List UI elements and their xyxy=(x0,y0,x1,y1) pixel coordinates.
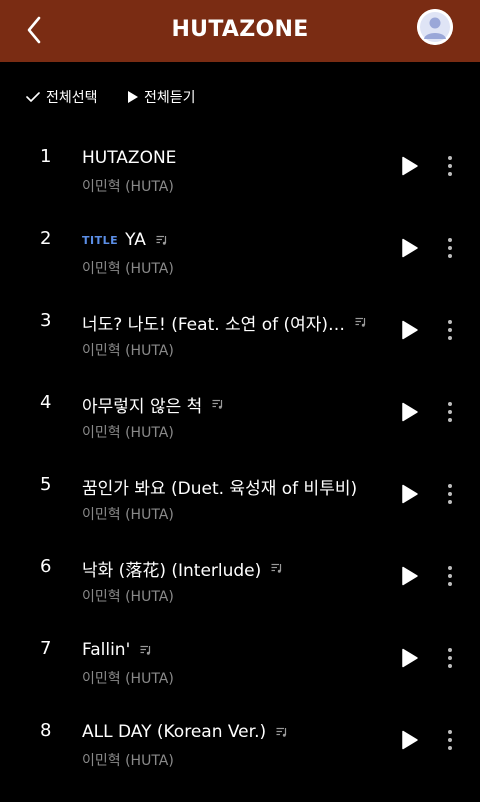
track-row[interactable]: 8 ALL DAY (Korean Ver.) 이민혁 (HUTA) xyxy=(0,720,480,802)
track-number: 6 xyxy=(40,556,52,577)
more-vertical-icon xyxy=(448,320,452,340)
select-all-label: 전체선택 xyxy=(46,90,98,106)
track-number: 1 xyxy=(40,146,52,167)
page-title: HUTAZONE xyxy=(171,17,309,42)
track-number: 5 xyxy=(40,474,52,495)
play-button[interactable] xyxy=(398,482,422,506)
more-options-button[interactable] xyxy=(440,727,460,753)
track-title-line[interactable]: 아무렇지 않은 척 xyxy=(82,393,382,417)
more-options-button[interactable] xyxy=(440,645,460,671)
more-vertical-icon xyxy=(448,484,452,504)
play-icon xyxy=(402,402,418,422)
more-options-button[interactable] xyxy=(440,317,460,343)
track-title: ALL DAY (Korean Ver.) xyxy=(82,722,267,742)
more-vertical-icon xyxy=(448,156,452,176)
track-artist[interactable]: 이민혁 (HUTA) xyxy=(82,422,174,442)
track-row[interactable]: 3 너도? 나도! (Feat. 소연 of (여자)… 이민혁 (HUTA) xyxy=(0,310,480,392)
more-vertical-icon xyxy=(448,402,452,422)
track-number: 3 xyxy=(40,310,52,331)
track-artist[interactable]: 이민혁 (HUTA) xyxy=(82,504,174,524)
track-title: 아무렇지 않은 척 xyxy=(82,396,203,417)
track-title-line[interactable]: ALL DAY (Korean Ver.) xyxy=(82,721,382,743)
track-row[interactable]: 4 아무렇지 않은 척 이민혁 (HUTA) xyxy=(0,392,480,474)
track-number: 4 xyxy=(40,392,52,413)
track-title-line[interactable]: 낙화 (落花) (Interlude) xyxy=(82,557,382,581)
lyrics-icon[interactable] xyxy=(355,317,367,327)
play-icon xyxy=(402,320,418,340)
play-icon xyxy=(128,91,138,103)
play-all-label: 전체듣기 xyxy=(144,90,196,106)
track-row[interactable]: 6 낙화 (落花) (Interlude) 이민혁 (HUTA) xyxy=(0,556,480,638)
more-options-button[interactable] xyxy=(440,563,460,589)
track-title-line[interactable]: TITLE YA xyxy=(82,229,382,251)
track-row[interactable]: 2 TITLE YA 이민혁 (HUTA) xyxy=(0,228,480,310)
track-title: Fallin' xyxy=(82,640,131,660)
track-title-line[interactable]: 너도? 나도! (Feat. 소연 of (여자)… xyxy=(82,311,382,335)
track-title: YA xyxy=(125,230,146,250)
track-artist[interactable]: 이민혁 (HUTA) xyxy=(82,258,174,278)
track-artist[interactable]: 이민혁 (HUTA) xyxy=(82,340,174,360)
more-vertical-icon xyxy=(448,648,452,668)
track-title: 너도? 나도! (Feat. 소연 of (여자)… xyxy=(82,314,346,335)
more-vertical-icon xyxy=(448,566,452,586)
play-button[interactable] xyxy=(398,154,422,178)
list-toolbar: 전체선택 전체듣기 xyxy=(0,78,480,114)
track-title-line[interactable]: 꿈인가 봐요 (Duet. 육성재 of 비투비) xyxy=(82,475,382,499)
lyrics-icon[interactable] xyxy=(271,563,283,573)
track-artist[interactable]: 이민혁 (HUTA) xyxy=(82,668,174,688)
track-row[interactable]: 1 HUTAZONE 이민혁 (HUTA) xyxy=(0,146,480,228)
user-avatar-icon xyxy=(417,9,453,45)
check-icon xyxy=(26,91,40,103)
play-icon xyxy=(402,648,418,668)
play-icon xyxy=(402,238,418,258)
track-title: 꿈인가 봐요 (Duet. 육성재 of 비투비) xyxy=(82,478,358,499)
lyrics-icon[interactable] xyxy=(212,399,224,409)
play-button[interactable] xyxy=(398,400,422,424)
more-options-button[interactable] xyxy=(440,481,460,507)
track-artist[interactable]: 이민혁 (HUTA) xyxy=(82,176,174,196)
more-options-button[interactable] xyxy=(440,399,460,425)
title-track-badge: TITLE xyxy=(82,233,119,247)
more-options-button[interactable] xyxy=(440,235,460,261)
play-button[interactable] xyxy=(398,318,422,342)
track-artist[interactable]: 이민혁 (HUTA) xyxy=(82,750,174,770)
track-number: 2 xyxy=(40,228,52,249)
track-title: 낙화 (落花) (Interlude) xyxy=(82,560,262,581)
app-header: HUTAZONE xyxy=(0,0,480,62)
track-row[interactable]: 5 꿈인가 봐요 (Duet. 육성재 of 비투비) 이민혁 (HUTA) xyxy=(0,474,480,556)
more-vertical-icon xyxy=(448,238,452,258)
track-title-line[interactable]: HUTAZONE xyxy=(82,147,382,169)
play-icon xyxy=(402,156,418,176)
lyrics-icon[interactable] xyxy=(276,727,288,737)
play-all-button[interactable]: 전체듣기 xyxy=(128,86,196,108)
play-icon xyxy=(402,566,418,586)
track-row[interactable]: 7 Fallin' 이민혁 (HUTA) xyxy=(0,638,480,720)
play-icon xyxy=(402,730,418,750)
lyrics-icon[interactable] xyxy=(156,235,168,245)
play-button[interactable] xyxy=(398,236,422,260)
play-icon xyxy=(402,484,418,504)
track-artist[interactable]: 이민혁 (HUTA) xyxy=(82,586,174,606)
avatar[interactable] xyxy=(417,9,453,45)
track-number: 7 xyxy=(40,638,52,659)
lyrics-icon[interactable] xyxy=(140,645,152,655)
select-all-button[interactable]: 전체선택 xyxy=(26,86,98,108)
more-vertical-icon xyxy=(448,730,452,750)
more-options-button[interactable] xyxy=(440,153,460,179)
play-button[interactable] xyxy=(398,728,422,752)
play-button[interactable] xyxy=(398,564,422,588)
track-number: 8 xyxy=(40,720,52,741)
track-title: HUTAZONE xyxy=(82,148,177,168)
play-button[interactable] xyxy=(398,646,422,670)
track-title-line[interactable]: Fallin' xyxy=(82,639,382,661)
